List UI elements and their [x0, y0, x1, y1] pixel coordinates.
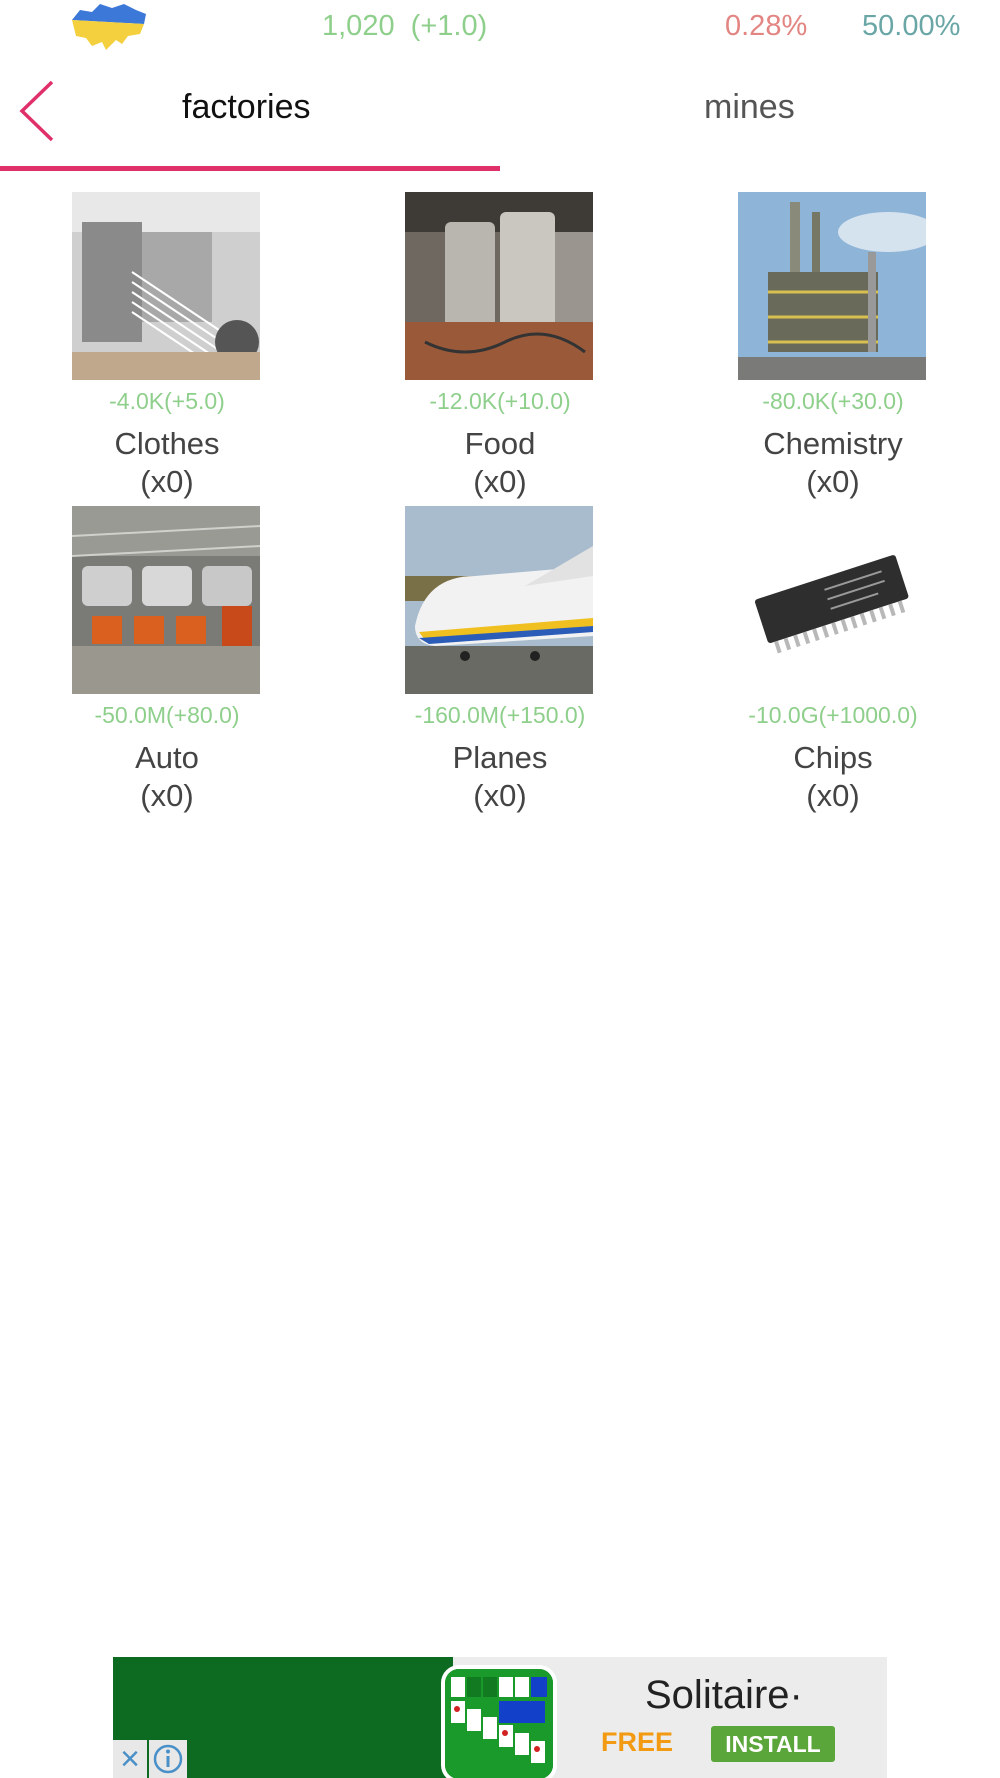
item-name: Chips — [793, 740, 873, 775]
item-count: (x0) — [140, 778, 194, 813]
ad-banner[interactable]: × Solitaire· FREE INSTALL — [113, 1657, 887, 1778]
tab-mines[interactable]: mines — [704, 88, 795, 127]
item-name: Clothes — [114, 426, 220, 461]
car-assembly-line-photo — [72, 506, 260, 694]
item-cost: -4.0K(+5.0) — [109, 388, 225, 414]
item-cost: -80.0K(+30.0) — [762, 388, 904, 414]
item-cost: -12.0K(+10.0) — [429, 388, 571, 414]
item-cost: -10.0G(+1000.0) — [748, 702, 918, 728]
active-tab-indicator — [0, 166, 500, 171]
solitaire-app-icon[interactable] — [441, 1665, 557, 1778]
ad-free-label: FREE — [601, 1727, 674, 1757]
microchip-photo — [738, 506, 926, 694]
item-name: Planes — [452, 740, 548, 775]
chevron-left-icon — [19, 80, 54, 142]
item-count: (x0) — [473, 778, 527, 813]
back-button[interactable] — [16, 78, 60, 144]
tab-factories[interactable]: factories — [182, 88, 311, 127]
ad-title: Solitaire· — [645, 1673, 803, 1717]
item-name: Auto — [135, 740, 199, 775]
ukraine-map-flag-icon — [66, 0, 150, 54]
info-icon[interactable] — [149, 1740, 187, 1778]
item-cost: -50.0M(+80.0) — [94, 702, 240, 728]
item-count: (x0) — [473, 464, 527, 499]
item-count: (x0) — [806, 464, 860, 499]
money-balance: 1,020 (+1.0) — [322, 10, 488, 42]
item-count: (x0) — [806, 778, 860, 813]
ad-install-button[interactable]: INSTALL — [711, 1726, 835, 1762]
rating-percent: 50.00% — [862, 10, 961, 42]
item-name: Food — [464, 426, 536, 461]
food-tanks-photo — [405, 192, 593, 380]
tax-percent: 0.28% — [725, 10, 808, 42]
status-bar: 1,020 (+1.0) 0.28% 50.00% — [0, 0, 1000, 60]
item-cost: -160.0M(+150.0) — [414, 702, 586, 728]
close-icon[interactable]: × — [113, 1740, 147, 1778]
item-count: (x0) — [140, 464, 194, 499]
textile-loom-photo — [72, 192, 260, 380]
item-name: Chemistry — [763, 426, 903, 461]
cargo-airplane-photo — [405, 506, 593, 694]
chemical-plant-photo — [738, 192, 926, 380]
